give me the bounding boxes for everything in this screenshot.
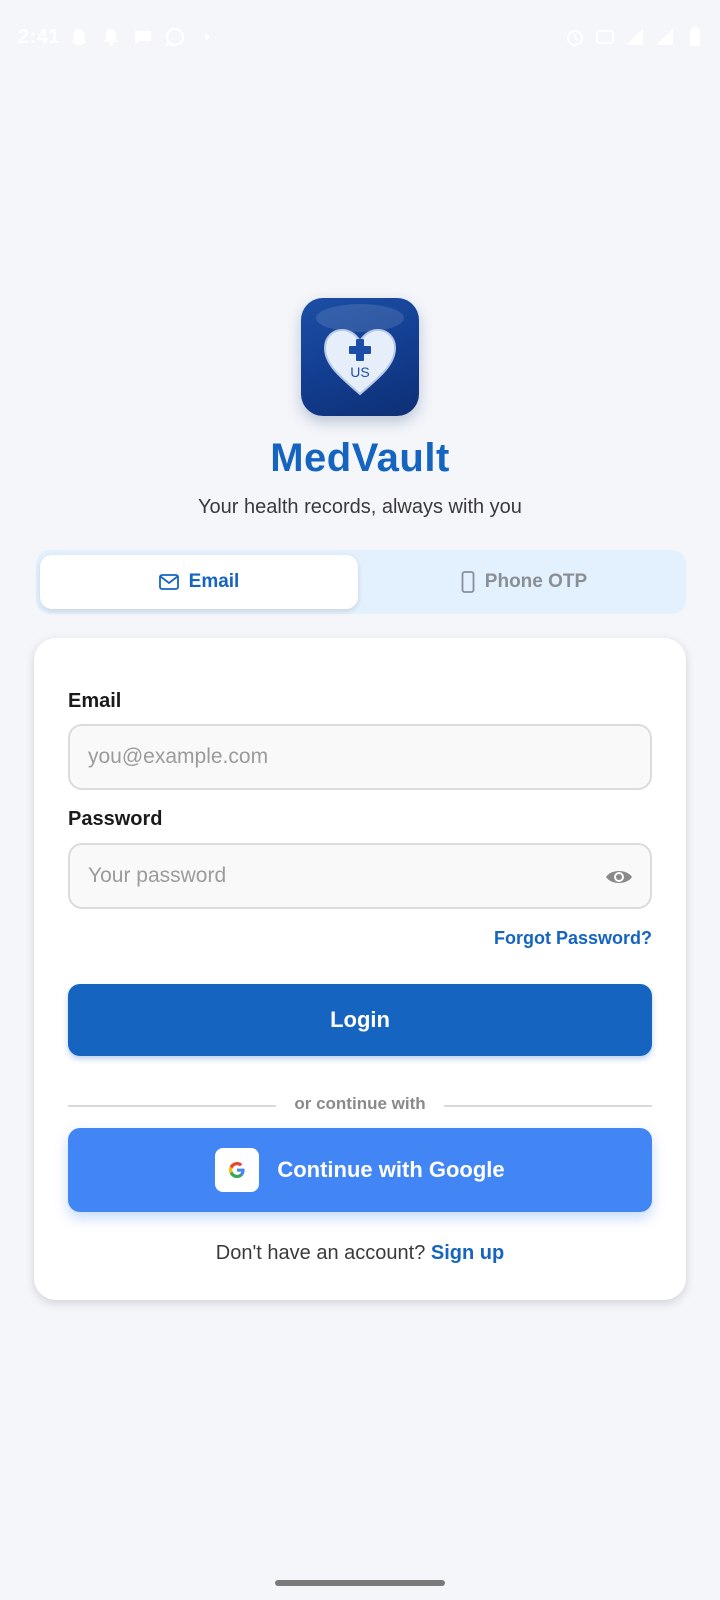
app-logo: US: [301, 298, 419, 416]
bell-icon: [104, 29, 118, 46]
google-logo: [215, 1148, 260, 1192]
home-indicator[interactable]: [275, 1580, 445, 1586]
app-subtitle: Your health records, always with you: [198, 496, 522, 518]
google-signin-button[interactable]: Continue with Google: [68, 1128, 652, 1212]
alarm-icon: [567, 30, 583, 46]
divider-line-right: [444, 1105, 652, 1107]
google-button-label: Continue with Google: [277, 1157, 505, 1182]
login-button[interactable]: Login: [68, 984, 652, 1056]
divider-text: or continue with: [294, 1094, 426, 1113]
whatsapp-icon: [165, 27, 185, 47]
password-label: Password: [68, 808, 163, 830]
login-card: Email Password Forgot Password? Login or…: [34, 638, 686, 1300]
battery-icon: [690, 27, 700, 46]
tab-email[interactable]: Email: [40, 555, 358, 609]
signal-icon: [626, 29, 643, 45]
logo-text: US: [350, 364, 369, 380]
status-time: 2:41: [18, 26, 61, 48]
status-bar: 2:41: [0, 0, 720, 78]
notification-icons: [68, 26, 218, 48]
login-method-tabs: Email Phone OTP: [36, 550, 686, 614]
app-title: MedVault: [270, 436, 450, 480]
password-input[interactable]: [68, 843, 652, 909]
dot-icon: [204, 34, 210, 40]
message-icon: [135, 31, 151, 45]
signup-row: Don't have an account? Sign up: [34, 1242, 686, 1265]
signal-4g-icon: [656, 29, 673, 45]
mail-icon: [158, 574, 179, 590]
divider: or continue with: [68, 1094, 652, 1118]
forgot-password-link[interactable]: Forgot Password?: [494, 928, 652, 949]
email-label: Email: [68, 690, 122, 712]
google-icon: [229, 1162, 245, 1178]
volte-icon: [596, 30, 614, 44]
tab-phone-label: Phone OTP: [484, 571, 588, 592]
tab-phone-otp[interactable]: Phone OTP: [366, 555, 682, 609]
snapchat-icon: [71, 29, 87, 45]
no-account-text: Don't have an account?: [215, 1242, 431, 1264]
signup-link[interactable]: Sign up: [431, 1242, 504, 1264]
tab-email-label: Email: [188, 571, 240, 592]
system-icons: [564, 26, 706, 48]
show-password-icon[interactable]: [604, 867, 634, 887]
phone-icon: [461, 571, 475, 593]
heart-logo-icon: US: [316, 304, 404, 396]
email-input[interactable]: [68, 724, 652, 790]
